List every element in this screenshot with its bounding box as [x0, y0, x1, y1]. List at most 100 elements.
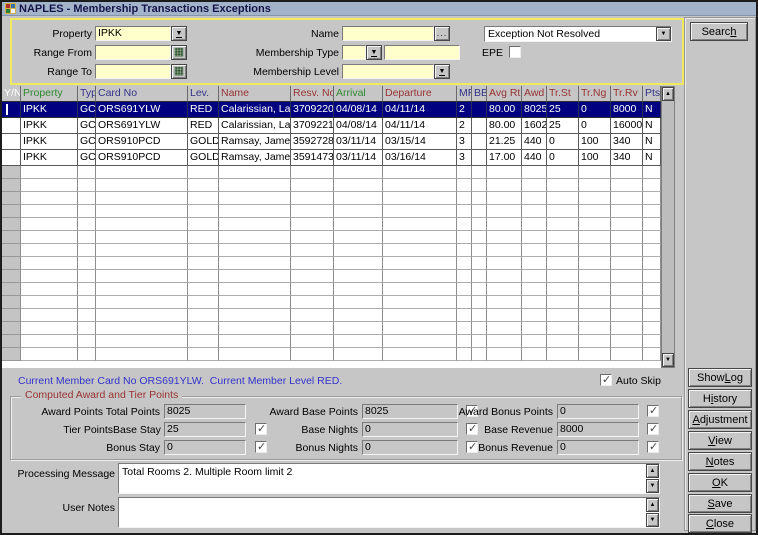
- scroll-up-button[interactable]: ▲: [662, 87, 674, 101]
- bonus-revenue-label: Bonus Revenue: [411, 442, 553, 455]
- property-lov-button[interactable]: ▼: [171, 26, 187, 41]
- scroll-up-button[interactable]: ▲: [646, 464, 659, 478]
- empty-row: [2, 231, 661, 244]
- user-notes-box[interactable]: ▲ ▼: [118, 497, 660, 528]
- table-row[interactable]: IPKKGCORS910PCDGOLDRamsay, James35927280…: [2, 134, 661, 150]
- table-scrollbar[interactable]: ▲ ▼: [661, 86, 675, 368]
- close-button[interactable]: Close: [688, 514, 752, 533]
- scroll-up-button[interactable]: ▲: [646, 498, 659, 512]
- bonus-revenue-checkbox[interactable]: [647, 441, 659, 453]
- user-notes-label: User Notes: [2, 502, 115, 515]
- membership-type-desc-input[interactable]: [384, 45, 460, 60]
- award-bonus-label: Award Bonus Points: [411, 406, 553, 419]
- table-cell: 80.00: [487, 118, 522, 134]
- column-header[interactable]: Awd: [522, 86, 547, 102]
- membership-level-lov-button[interactable]: ▼: [434, 64, 450, 79]
- table-cell: 8025: [522, 102, 547, 118]
- table-cell: GOLD: [188, 134, 219, 150]
- table-row[interactable]: IPKKGCORS691YLWREDCalarissian, Lando3709…: [2, 102, 661, 118]
- membership-type-code-input[interactable]: [342, 45, 366, 60]
- ok-button[interactable]: OK: [688, 473, 752, 492]
- table-row[interactable]: IPKKGCORS910PCDGOLDRamsay, James35914730…: [2, 150, 661, 166]
- column-header[interactable]: Property: [21, 86, 78, 102]
- column-header[interactable]: Tr.Ng: [579, 86, 611, 102]
- property-input[interactable]: IPKK: [95, 26, 171, 41]
- column-header[interactable]: Tr.St: [547, 86, 579, 102]
- show-log-button[interactable]: Show Log: [688, 368, 752, 387]
- membership-type-label: Membership Type: [212, 47, 339, 60]
- search-button[interactable]: Search: [690, 22, 748, 41]
- history-button[interactable]: History: [688, 389, 752, 408]
- table-cell: N: [643, 102, 661, 118]
- table-cell: 03/15/14: [383, 134, 457, 150]
- exception-filter-select[interactable]: Exception Not Resolved ▼: [484, 26, 672, 42]
- table-cell: [472, 118, 487, 134]
- table-cell: ORS691YLW: [96, 102, 188, 118]
- adjustment-button[interactable]: Adjustment: [688, 410, 752, 429]
- award-bonus-field: 0: [557, 404, 639, 419]
- award-bonus-checkbox[interactable]: [647, 405, 659, 417]
- view-button[interactable]: View: [688, 431, 752, 450]
- empty-row: [2, 244, 661, 257]
- tier-points-label: Tier Points: [11, 424, 113, 437]
- column-header[interactable]: BB: [472, 86, 487, 102]
- range-from-input[interactable]: [95, 45, 171, 60]
- dropdown-arrow-icon[interactable]: ▼: [656, 27, 671, 41]
- auto-skip-label: Auto Skip: [616, 375, 676, 388]
- column-header[interactable]: Pts.: [643, 86, 661, 102]
- column-header[interactable]: Y/N: [2, 86, 21, 102]
- table-cell: 0: [579, 102, 611, 118]
- name-lookup-button[interactable]: ...: [434, 26, 450, 41]
- column-header[interactable]: Resv. No.: [291, 86, 334, 102]
- empty-row: [2, 322, 661, 335]
- base-nights-label: Base Nights: [211, 424, 358, 437]
- column-header[interactable]: Lev.: [188, 86, 219, 102]
- title-bar[interactable]: NAPLES - Membership Transactions Excepti…: [2, 2, 756, 16]
- processing-message-box[interactable]: Total Rooms 2. Multiple Room limit 2 ▲ ▼: [118, 463, 660, 494]
- empty-row: [2, 166, 661, 179]
- exception-filter-value: Exception Not Resolved: [488, 28, 654, 41]
- column-header[interactable]: Typ: [78, 86, 96, 102]
- empty-row: [2, 218, 661, 231]
- range-to-input[interactable]: [95, 64, 171, 79]
- membership-level-input[interactable]: [342, 64, 434, 79]
- table-cell: [2, 102, 21, 118]
- table-row[interactable]: IPKKGCORS691YLWREDCalarissian, Lando3709…: [2, 118, 661, 134]
- scroll-down-button[interactable]: ▼: [646, 479, 659, 493]
- bonus-stay-label: Bonus Stay: [13, 442, 160, 455]
- table-cell: N: [643, 134, 661, 150]
- membership-type-lov-button[interactable]: ▼: [366, 45, 382, 60]
- transactions-table: Y/NPropertyTypCard NoLev.NameResv. No.Ar…: [2, 86, 661, 368]
- notes-button[interactable]: Notes: [688, 452, 752, 471]
- auto-skip-checkbox[interactable]: [600, 374, 612, 386]
- ellipsis-icon: ...: [437, 29, 448, 38]
- base-revenue-checkbox[interactable]: [647, 423, 659, 435]
- empty-row: [2, 283, 661, 296]
- scroll-down-button[interactable]: ▼: [646, 513, 659, 527]
- range-from-calendar-button[interactable]: ▦: [171, 45, 187, 60]
- table-cell: IPKK: [21, 102, 78, 118]
- table-cell: N: [643, 118, 661, 134]
- base-stay-label: Base Stay: [113, 424, 160, 437]
- column-header[interactable]: Name: [219, 86, 291, 102]
- column-header[interactable]: Avg Rt: [487, 86, 522, 102]
- range-to-calendar-button[interactable]: ▦: [171, 64, 187, 79]
- table-cell: 16025: [522, 118, 547, 134]
- column-header[interactable]: MR: [457, 86, 472, 102]
- column-header[interactable]: Card No: [96, 86, 188, 102]
- epe-checkbox[interactable]: [509, 46, 521, 58]
- computed-points-title: Computed Award and Tier Points: [21, 389, 182, 401]
- user-notes-text: [122, 500, 642, 526]
- property-label: Property: [14, 28, 92, 41]
- column-header[interactable]: Tr.Rv: [611, 86, 643, 102]
- empty-row: [2, 257, 661, 270]
- save-button[interactable]: Save: [688, 494, 752, 513]
- scroll-down-button[interactable]: ▼: [662, 353, 674, 367]
- column-header[interactable]: Arrival: [334, 86, 383, 102]
- table-cell: 8000: [611, 102, 643, 118]
- table-cell: GC: [78, 118, 96, 134]
- epe-label: EPE: [452, 47, 503, 60]
- column-header[interactable]: Departure: [383, 86, 457, 102]
- name-input[interactable]: [342, 26, 434, 41]
- app-icon: [5, 3, 16, 14]
